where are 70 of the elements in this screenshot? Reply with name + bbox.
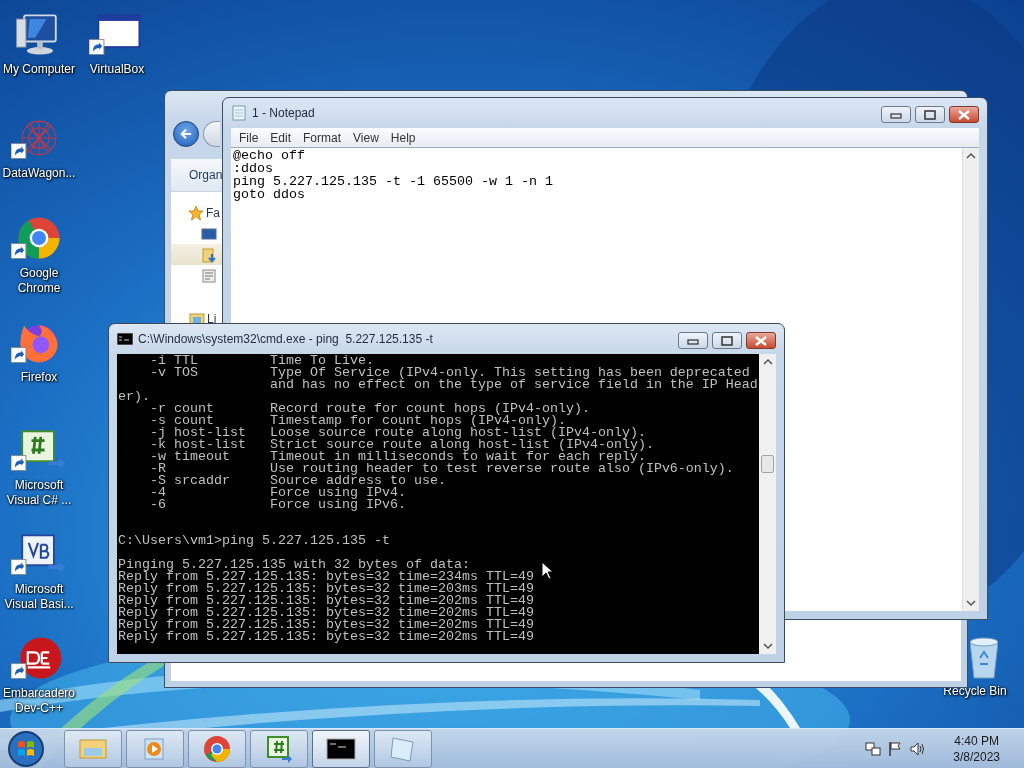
menu-item[interactable]: Format (297, 130, 348, 145)
console-line: Reply from 5.227.125.135: bytes=32 time=202ms TTL=49 (118, 619, 534, 631)
minimize-button[interactable] (881, 106, 911, 123)
back-arrow-icon[interactable] (180, 128, 192, 140)
icon-label: Microsoft Visual Basi... (3, 582, 75, 612)
clock-time[interactable]: 4:40 PM (954, 733, 999, 749)
menu-item[interactable]: Help (384, 130, 422, 145)
notepad-icon (231, 105, 247, 121)
icon-label: Microsoft Visual C# ... (5, 478, 73, 508)
maximize-button[interactable] (712, 332, 742, 349)
clock-date[interactable]: 3/8/2023 (953, 749, 1000, 765)
organize-button[interactable]: Organ (189, 168, 223, 182)
maximize-icon[interactable] (721, 335, 733, 346)
maximize-button[interactable] (915, 106, 945, 123)
console-line: -s count Timestamp for count hops (IPv4-only). (149, 415, 566, 427)
icon-label: My Computer (3, 62, 75, 77)
console-line: er). (118, 391, 150, 403)
icon-label: DataWagon... (2, 166, 76, 181)
console-line: -S srcaddr Source address to use. (149, 475, 446, 487)
console-line: Reply from 5.227.125.135: bytes=32 time=234ms TTL=49 (118, 571, 534, 583)
window-title: C:\Windows\system32\cmd.exe - ping 5.227.125.135 -t (138, 332, 433, 346)
mouse-pointer-icon (541, 561, 553, 580)
console-line: -k host-list Strict source route along host-list (IPv4-only). (149, 439, 654, 451)
download-folder-icon (201, 246, 217, 263)
icon-label: Firefox (20, 370, 58, 385)
close-icon[interactable] (754, 335, 768, 346)
minimize-button[interactable] (678, 332, 708, 349)
minimize-icon[interactable] (890, 110, 902, 119)
console-line: -R Use routing header to test reverse route also (IPv6-only). (149, 463, 734, 475)
maximize-icon[interactable] (924, 109, 936, 120)
menu-item[interactable]: File (233, 130, 265, 145)
console-line: -r count Record route for count hops (IPv4-only). (149, 403, 590, 415)
icon-label: VirtualBox (89, 62, 145, 77)
nav-item[interactable] (171, 244, 222, 265)
monitor-icon[interactable] (201, 225, 217, 242)
close-icon[interactable] (957, 109, 971, 120)
console-line: Reply from 5.227.125.135: bytes=32 time=202ms TTL=49 (118, 595, 534, 607)
close-button[interactable] (949, 106, 979, 123)
flag-icon[interactable] (887, 741, 904, 757)
console-line: -v TOS Type Of Service (IPv4-only. This setting has been deprecated (149, 367, 750, 379)
menu-item[interactable]: View (347, 130, 385, 145)
close-button[interactable] (746, 332, 776, 349)
taskbar-button[interactable] (312, 730, 370, 768)
console-line: Pinging 5.227.125.135 with 32 bytes of data: (118, 559, 470, 571)
console-line: and has no effect on the type of service field in the IP Head (268, 379, 758, 391)
console-line: Reply from 5.227.125.135: bytes=32 time=202ms TTL=49 (118, 631, 534, 643)
console-line: -j host-list Loose source route along host-list (IPv4-only). (149, 427, 646, 439)
chrome-icon[interactable] (202, 734, 232, 764)
nav-label[interactable]: Fa (206, 205, 220, 220)
scroll-thumb[interactable] (761, 455, 774, 473)
menu-item[interactable]: Edit (264, 130, 298, 145)
csharp-project-icon[interactable] (264, 734, 294, 764)
minimize-icon[interactable] (687, 336, 699, 345)
network-icon[interactable] (865, 741, 882, 757)
scrollbar[interactable] (759, 354, 776, 654)
window-title: 1 - Notepad (252, 106, 315, 120)
console-line: -w timeout Timeout in milliseconds to wait for each reply. (149, 451, 646, 463)
console-line: Reply from 5.227.125.135: bytes=32 time=202ms TTL=49 (118, 607, 534, 619)
icon-label: Google Chrome (16, 266, 62, 296)
console-command: C:\Users\vm1>ping 5.227.125.135 -t (118, 535, 390, 547)
console-line: -6 Force using IPv6. (149, 499, 406, 511)
nav-label[interactable]: Li (207, 311, 217, 326)
star-icon[interactable] (188, 204, 204, 221)
console-icon (117, 333, 133, 345)
console-line: -4 Force using IPv4. (149, 487, 406, 499)
speaker-icon[interactable] (909, 741, 926, 757)
back-button[interactable] (173, 121, 199, 147)
scrollbar[interactable] (962, 148, 979, 611)
console-line: Reply from 5.227.125.135: bytes=32 time=203ms TTL=49 (118, 583, 534, 595)
console-line: -i TTL Time To Live. (149, 355, 374, 367)
